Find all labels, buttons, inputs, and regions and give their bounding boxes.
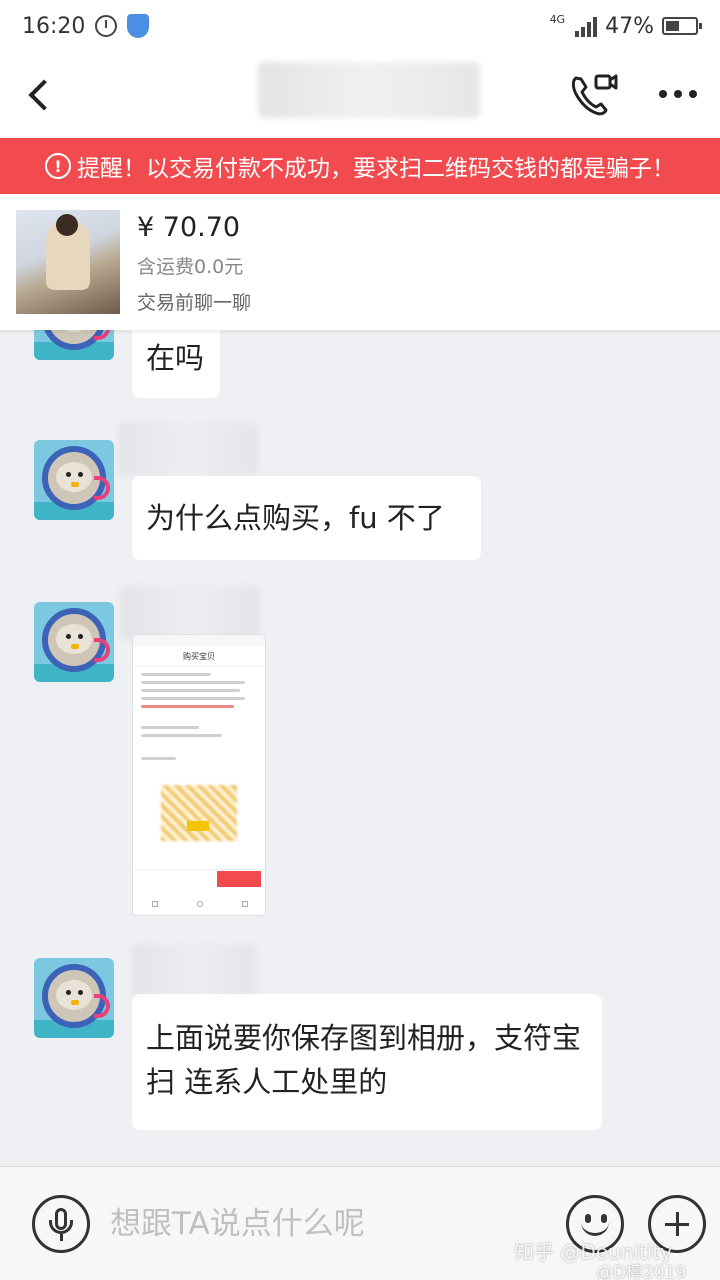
contact-avatar[interactable] — [34, 330, 114, 360]
message-text: 在吗 — [146, 341, 205, 375]
message-text: 为什么点购买，fu 不了 — [146, 501, 445, 535]
battery-percent: 47% — [605, 13, 654, 39]
product-thumbnail[interactable] — [16, 210, 120, 314]
more-dots-icon — [659, 90, 667, 98]
back-button[interactable] — [0, 52, 80, 138]
sender-name-blurred — [118, 422, 258, 476]
more-button[interactable] — [652, 70, 704, 118]
status-time: 16:20 — [22, 13, 86, 39]
message-input[interactable] — [110, 1195, 530, 1253]
signal-icon — [575, 15, 598, 37]
chat-screen: 16:20 4G 47% ! 提醒！以交易付款不成功，要求扫二维码交钱的都是骗子… — [0, 0, 720, 1280]
fraud-warning-banner: ! 提醒！以交易付款不成功，要求扫二维码交钱的都是骗子！ — [0, 138, 720, 194]
watermark: @D檸2019 — [596, 1263, 687, 1280]
sender-name-blurred — [120, 586, 260, 640]
contact-name-blurred — [258, 62, 480, 118]
battery-fill — [666, 21, 680, 31]
phone-video-icon — [571, 74, 618, 116]
message-bubble[interactable]: 上面说要你保存图到相册，支符宝 扫 连系人工处里的 — [132, 994, 602, 1130]
call-button[interactable] — [568, 70, 620, 118]
image-message[interactable]: 购买宝贝 — [132, 634, 266, 916]
message-bubble[interactable]: 为什么点购买，fu 不了 — [132, 476, 481, 560]
contact-avatar[interactable] — [34, 602, 114, 682]
battery-icon — [662, 17, 702, 35]
product-price: ¥ 70.70 — [137, 212, 241, 243]
voice-button[interactable] — [32, 1195, 90, 1253]
message-bubble[interactable]: 在吗 — [132, 330, 220, 398]
qr-code-image — [161, 785, 237, 841]
message-text: 上面说要你保存图到相册，支符宝 扫 连系人工处里的 — [146, 1021, 582, 1099]
message-list[interactable]: 在吗 为什么点购买，fu 不了 购买宝贝 上面说要你保存图到相册，支符宝 扫 连… — [0, 330, 720, 1166]
warning-icon: ! — [45, 153, 71, 179]
contact-avatar[interactable] — [34, 440, 114, 520]
product-chat-label: 交易前聊一聊 — [137, 292, 252, 314]
network-label: 4G — [549, 12, 566, 26]
chevron-left-icon — [28, 79, 60, 111]
image-title: 购买宝贝 — [133, 647, 265, 667]
sender-name-blurred — [132, 944, 256, 998]
contact-avatar[interactable] — [34, 958, 114, 1038]
shield-icon — [127, 14, 150, 38]
product-shipping: 含运费0.0元 — [137, 256, 244, 278]
product-card[interactable]: ¥ 70.70 含运费0.0元 交易前聊一聊 — [0, 194, 720, 330]
alarm-icon — [95, 15, 118, 37]
status-bar: 16:20 4G 47% — [0, 0, 720, 52]
chat-header — [0, 52, 720, 138]
warning-text: 提醒！以交易付款不成功，要求扫二维码交钱的都是骗子！ — [77, 156, 675, 182]
